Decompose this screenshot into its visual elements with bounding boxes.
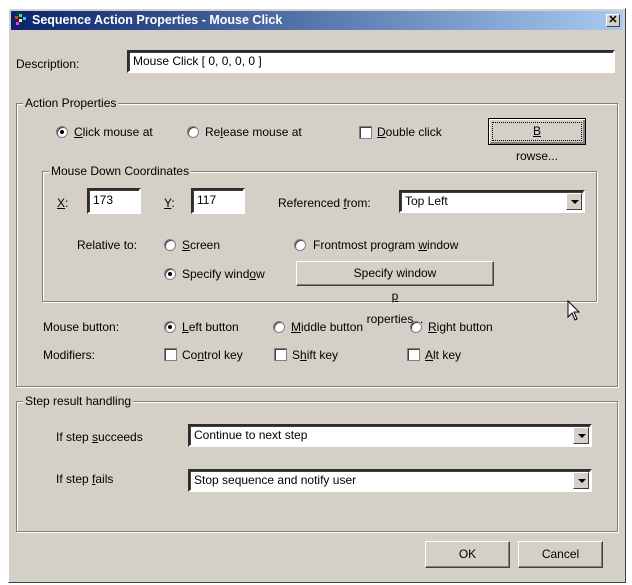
step-result-handling-label: Step result handling <box>23 394 134 408</box>
referenced-from-value: Top Left <box>405 194 448 208</box>
title-bar[interactable]: Sequence Action Properties - Mouse Click… <box>11 11 623 30</box>
click-mouse-at-label[interactable]: Click mouse at <box>74 125 153 139</box>
mouse-button-label: Mouse button: <box>43 320 120 334</box>
release-mouse-at-label[interactable]: Release mouse at <box>205 125 302 139</box>
double-click-checkbox[interactable] <box>359 126 372 139</box>
shift-key-checkbox[interactable] <box>274 348 287 361</box>
control-key-checkbox[interactable] <box>164 348 177 361</box>
mouse-pointer-icon <box>567 300 581 321</box>
left-button-label[interactable]: Left button <box>182 320 239 334</box>
middle-button-radio[interactable] <box>273 321 285 333</box>
middle-button-label[interactable]: Middle button <box>291 320 363 334</box>
chevron-down-icon[interactable] <box>573 427 589 444</box>
if-step-succeeds-label: If step succeeds <box>56 430 143 444</box>
specify-window-properties-button[interactable]: Specify window p roperties... <box>296 261 494 326</box>
step-result-handling-group <box>16 401 618 532</box>
app-icon <box>15 14 26 25</box>
frontmost-window-label[interactable]: Frontmost program window <box>313 238 458 252</box>
description-label: Description: <box>16 57 80 71</box>
if-step-fails-label: If step fails <box>56 472 114 486</box>
cancel-button[interactable]: Cancel <box>518 541 603 568</box>
specify-window-radio[interactable] <box>164 268 176 280</box>
description-value: Mouse Click [ 0, 0, 0, 0 ] <box>133 54 262 68</box>
focus-indicator <box>492 122 582 141</box>
dialog-window: Sequence Action Properties - Mouse Click… <box>8 8 626 583</box>
x-label: X: <box>57 196 69 210</box>
referenced-from-select[interactable]: Top Left <box>399 190 585 213</box>
ok-button[interactable]: OK <box>425 541 510 568</box>
referenced-from-label: Referenced from: <box>278 196 371 210</box>
chevron-down-icon[interactable] <box>566 193 582 210</box>
double-click-label[interactable]: Double click <box>377 125 442 139</box>
action-properties-label: Action Properties <box>23 96 119 110</box>
chevron-down-icon[interactable] <box>573 472 589 489</box>
description-input[interactable]: Mouse Click [ 0, 0, 0, 0 ] <box>127 50 615 73</box>
close-icon: ✕ <box>608 14 618 26</box>
close-button[interactable]: ✕ <box>606 14 620 27</box>
window-title: Sequence Action Properties - Mouse Click <box>32 13 283 27</box>
if-step-succeeds-value: Continue to next step <box>194 428 308 442</box>
y-coordinate-value: 117 <box>197 193 217 207</box>
x-coordinate-value: 173 <box>93 193 114 207</box>
screen-label[interactable]: Screen <box>182 238 220 252</box>
specify-window-label[interactable]: Specify window <box>182 267 265 281</box>
browse-button[interactable]: Browse... <box>488 118 586 163</box>
mouse-down-coordinates-label: Mouse Down Coordinates <box>49 164 192 178</box>
alt-key-checkbox[interactable] <box>407 348 420 361</box>
left-button-radio[interactable] <box>164 321 176 333</box>
release-mouse-at-radio[interactable] <box>187 126 199 138</box>
y-coordinate-input[interactable]: 117 <box>191 188 245 214</box>
click-mouse-at-radio[interactable] <box>56 126 68 138</box>
y-label: Y: <box>164 196 175 210</box>
control-key-label[interactable]: Control key <box>182 348 243 362</box>
modifiers-label: Modifiers: <box>43 348 96 362</box>
frontmost-window-radio[interactable] <box>294 239 306 251</box>
if-step-fails-value: Stop sequence and notify user <box>194 473 357 487</box>
if-step-fails-select[interactable]: Stop sequence and notify user <box>188 469 592 492</box>
shift-key-label[interactable]: Shift key <box>292 348 338 362</box>
relative-to-label: Relative to: <box>77 238 138 252</box>
alt-key-label[interactable]: Alt key <box>425 348 461 362</box>
right-button-radio[interactable] <box>410 321 422 333</box>
if-step-succeeds-select[interactable]: Continue to next step <box>188 424 592 447</box>
x-coordinate-input[interactable]: 173 <box>87 188 141 214</box>
screen-radio[interactable] <box>164 239 176 251</box>
right-button-label[interactable]: Right button <box>428 320 493 334</box>
